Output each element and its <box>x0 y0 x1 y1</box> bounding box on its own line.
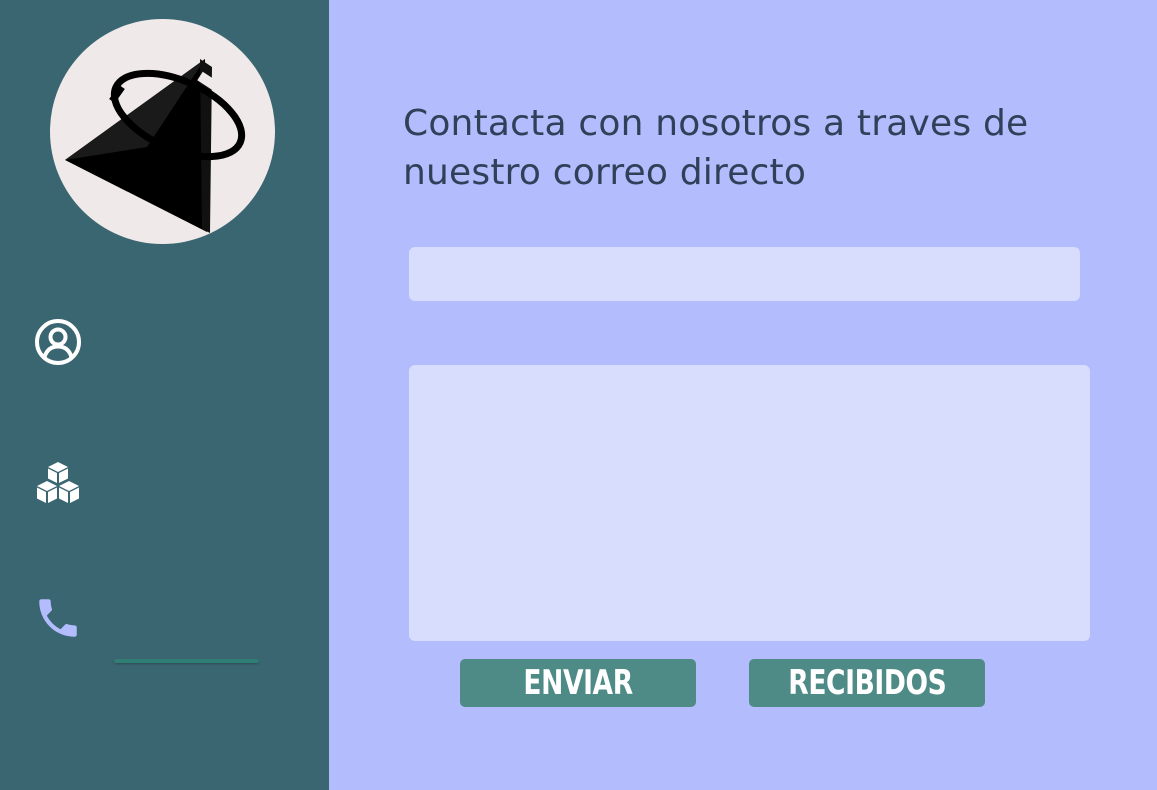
contact-panel: Contacta con nosotros a traves de nuestr… <box>329 0 1157 790</box>
active-nav-indicator <box>114 659 259 663</box>
user-circle-icon <box>35 319 81 365</box>
message-textarea[interactable] <box>409 365 1090 641</box>
page-title: Contacta con nosotros a traves de nuestr… <box>403 103 1029 193</box>
paper-plane-orbit-icon <box>65 59 246 233</box>
nav-products[interactable] <box>30 456 86 512</box>
subject-input[interactable] <box>409 247 1080 301</box>
brand-logo[interactable] <box>50 19 275 244</box>
send-button-label: ENVIAR <box>523 663 633 703</box>
sidebar <box>0 0 329 790</box>
cubes-icon <box>37 462 79 503</box>
received-button-label: RECIBIDOS <box>787 663 947 703</box>
nav-contact[interactable] <box>30 590 86 646</box>
nav-profile[interactable] <box>30 314 86 370</box>
received-button[interactable]: RECIBIDOS <box>749 659 985 707</box>
send-button[interactable]: ENVIAR <box>460 659 696 707</box>
phone-icon <box>39 599 77 637</box>
